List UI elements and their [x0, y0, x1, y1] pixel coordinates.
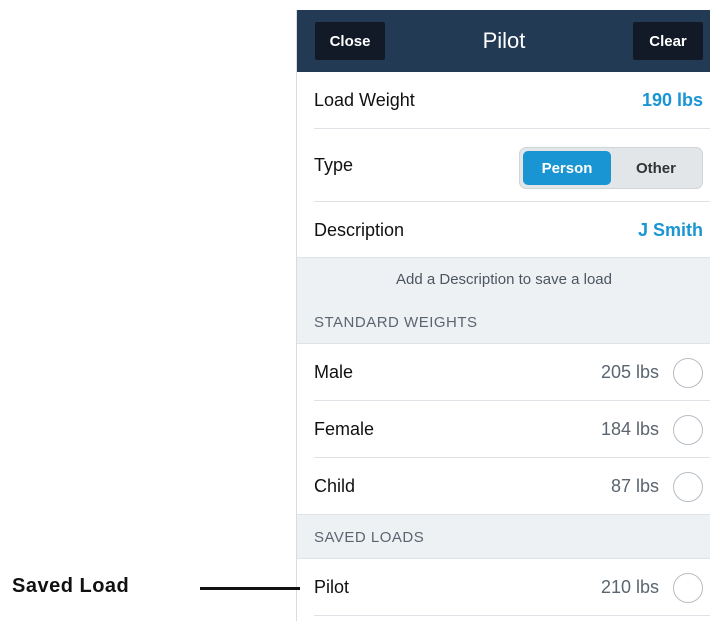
- save-load-hint: Add a Description to save a load: [297, 258, 710, 300]
- weight-value: 87 lbs: [610, 476, 659, 496]
- pilot-load-panel: Close Pilot Clear Load Weight 190 lbs Ty…: [296, 10, 710, 621]
- divider: [314, 615, 710, 616]
- saved-loads-title: SAVED LOADS: [314, 528, 425, 546]
- weight-label: Female: [314, 419, 375, 439]
- saved-load-weight: 210 lbs: [600, 577, 659, 597]
- type-option-other[interactable]: Other: [613, 151, 699, 185]
- close-button[interactable]: Close: [315, 22, 385, 60]
- radio-button[interactable]: [673, 471, 703, 502]
- annotation-leader-line: [200, 587, 300, 590]
- list-item[interactable]: Child 87 lbs: [297, 458, 710, 515]
- standard-weights-title: STANDARD WEIGHTS: [314, 313, 478, 331]
- description-label: Description: [314, 219, 405, 240]
- weight-label: Child: [314, 476, 356, 496]
- list-item[interactable]: Male 205 lbs: [297, 344, 710, 401]
- list-item[interactable]: Female 184 lbs: [297, 401, 710, 458]
- radio-button[interactable]: [673, 357, 703, 388]
- load-weight-row[interactable]: Load Weight 190 lbs: [297, 72, 710, 129]
- description-row[interactable]: Description J Smith: [297, 202, 710, 258]
- saved-loads-header: SAVED LOADS: [297, 515, 710, 559]
- radio-button[interactable]: [673, 572, 703, 603]
- type-option-person[interactable]: Person: [523, 151, 611, 185]
- radio-button[interactable]: [673, 414, 703, 445]
- load-weight-value[interactable]: 190 lbs: [642, 72, 703, 129]
- saved-load-label: Pilot: [314, 577, 350, 597]
- type-segmented-control[interactable]: Person Other: [519, 147, 703, 189]
- saved-load-annotation: Saved Load: [12, 574, 130, 597]
- navigation-bar: Close Pilot Clear: [297, 10, 710, 72]
- weight-label: Male: [314, 362, 354, 382]
- load-weight-label: Load Weight: [314, 90, 415, 110]
- weight-value: 205 lbs: [600, 362, 659, 382]
- clear-button[interactable]: Clear: [633, 22, 703, 60]
- type-row: Type Person Other: [297, 129, 710, 202]
- description-value[interactable]: J Smith: [638, 202, 703, 258]
- standard-weights-header: STANDARD WEIGHTS: [297, 300, 710, 344]
- weight-value: 184 lbs: [600, 419, 659, 439]
- list-item[interactable]: Pilot 210 lbs: [297, 559, 710, 616]
- type-label: Type: [314, 155, 354, 175]
